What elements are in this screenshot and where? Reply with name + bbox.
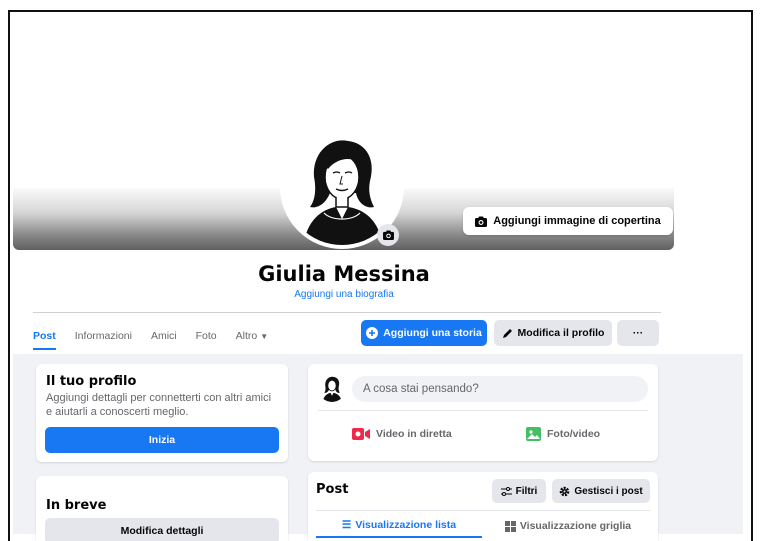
- your-profile-description: Aggiungi dettagli per connetterti con al…: [46, 392, 272, 418]
- edit-details-button[interactable]: Modifica dettagli: [45, 518, 279, 541]
- camera-icon: [475, 216, 488, 227]
- photo-video-button[interactable]: Foto/video: [526, 419, 600, 449]
- grid-icon: [504, 520, 516, 532]
- camera-icon: [382, 230, 394, 240]
- tab-post[interactable]: Post: [33, 322, 56, 350]
- list-icon: ☰: [341, 519, 352, 531]
- post-composer: A cosa stai pensando? Video in diretta F…: [308, 364, 658, 461]
- add-cover-photo-button[interactable]: Aggiungi immagine di copertina: [463, 207, 673, 235]
- posts-divider: [316, 510, 650, 511]
- caret-down-icon: ▼: [260, 332, 269, 341]
- list-view-label: Visualizzazione lista: [355, 519, 457, 531]
- tab-altro-label: Altro: [235, 330, 258, 342]
- gear-icon: [560, 486, 570, 496]
- intro-title: In breve: [46, 498, 107, 513]
- profile-name: Giulia Messina: [258, 262, 430, 286]
- filter-sliders-icon: [500, 486, 512, 496]
- tab-altro[interactable]: Altro ▼: [236, 322, 269, 350]
- whats-on-your-mind-input[interactable]: A cosa stai pensando?: [352, 376, 648, 402]
- intro-card: In breve Modifica dettagli: [36, 476, 288, 541]
- grid-view-label: Visualizzazione griglia: [519, 520, 632, 532]
- your-profile-card: Il tuo profilo Aggiungi dettagli per con…: [36, 364, 288, 462]
- manage-posts-button[interactable]: Gestisci i post: [552, 479, 650, 503]
- more-icon: ···: [632, 327, 644, 339]
- photo-video-label: Foto/video: [547, 428, 601, 440]
- manage-posts-label: Gestisci i post: [574, 485, 643, 497]
- your-profile-title: Il tuo profilo: [46, 374, 137, 389]
- add-story-label: Aggiungi una storia: [383, 327, 482, 339]
- woman-portrait-illustration: [322, 376, 342, 402]
- composer-avatar: [318, 374, 346, 402]
- profile-tabs: Post Informazioni Amici Foto Altro ▼: [33, 321, 287, 351]
- edit-profile-label: Modifica il profilo: [517, 327, 605, 339]
- composer-divider: [318, 410, 648, 411]
- live-video-button[interactable]: Video in diretta: [352, 419, 452, 449]
- live-video-label: Video in diretta: [376, 428, 452, 440]
- pencil-icon: [502, 328, 512, 338]
- header-divider: [33, 312, 661, 313]
- tab-amici[interactable]: Amici: [151, 322, 177, 350]
- grid-view-tab[interactable]: Visualizzazione griglia: [486, 514, 650, 538]
- edit-profile-button[interactable]: Modifica il profilo: [494, 320, 612, 346]
- filters-label: Filtri: [515, 485, 538, 497]
- more-options-button[interactable]: ···: [617, 320, 659, 346]
- tab-informazioni[interactable]: Informazioni: [75, 322, 132, 350]
- list-view-tab[interactable]: ☰ Visualizzazione lista: [316, 514, 482, 538]
- tab-foto[interactable]: Foto: [196, 322, 217, 350]
- live-video-icon: [352, 428, 370, 440]
- filters-button[interactable]: Filtri: [492, 479, 546, 503]
- plus-circle-icon: [366, 327, 379, 339]
- posts-card: Post Filtri Gestisci i post ☰ Visualizza…: [308, 472, 658, 541]
- add-cover-photo-label: Aggiungi immagine di copertina: [493, 215, 661, 227]
- add-story-button[interactable]: Aggiungi una storia: [361, 320, 487, 346]
- add-bio-link[interactable]: Aggiungi una biografia: [0, 289, 688, 300]
- photo-icon: [526, 427, 541, 441]
- start-button[interactable]: Inizia: [45, 427, 279, 453]
- change-avatar-button[interactable]: [377, 224, 399, 246]
- posts-title: Post: [316, 482, 349, 497]
